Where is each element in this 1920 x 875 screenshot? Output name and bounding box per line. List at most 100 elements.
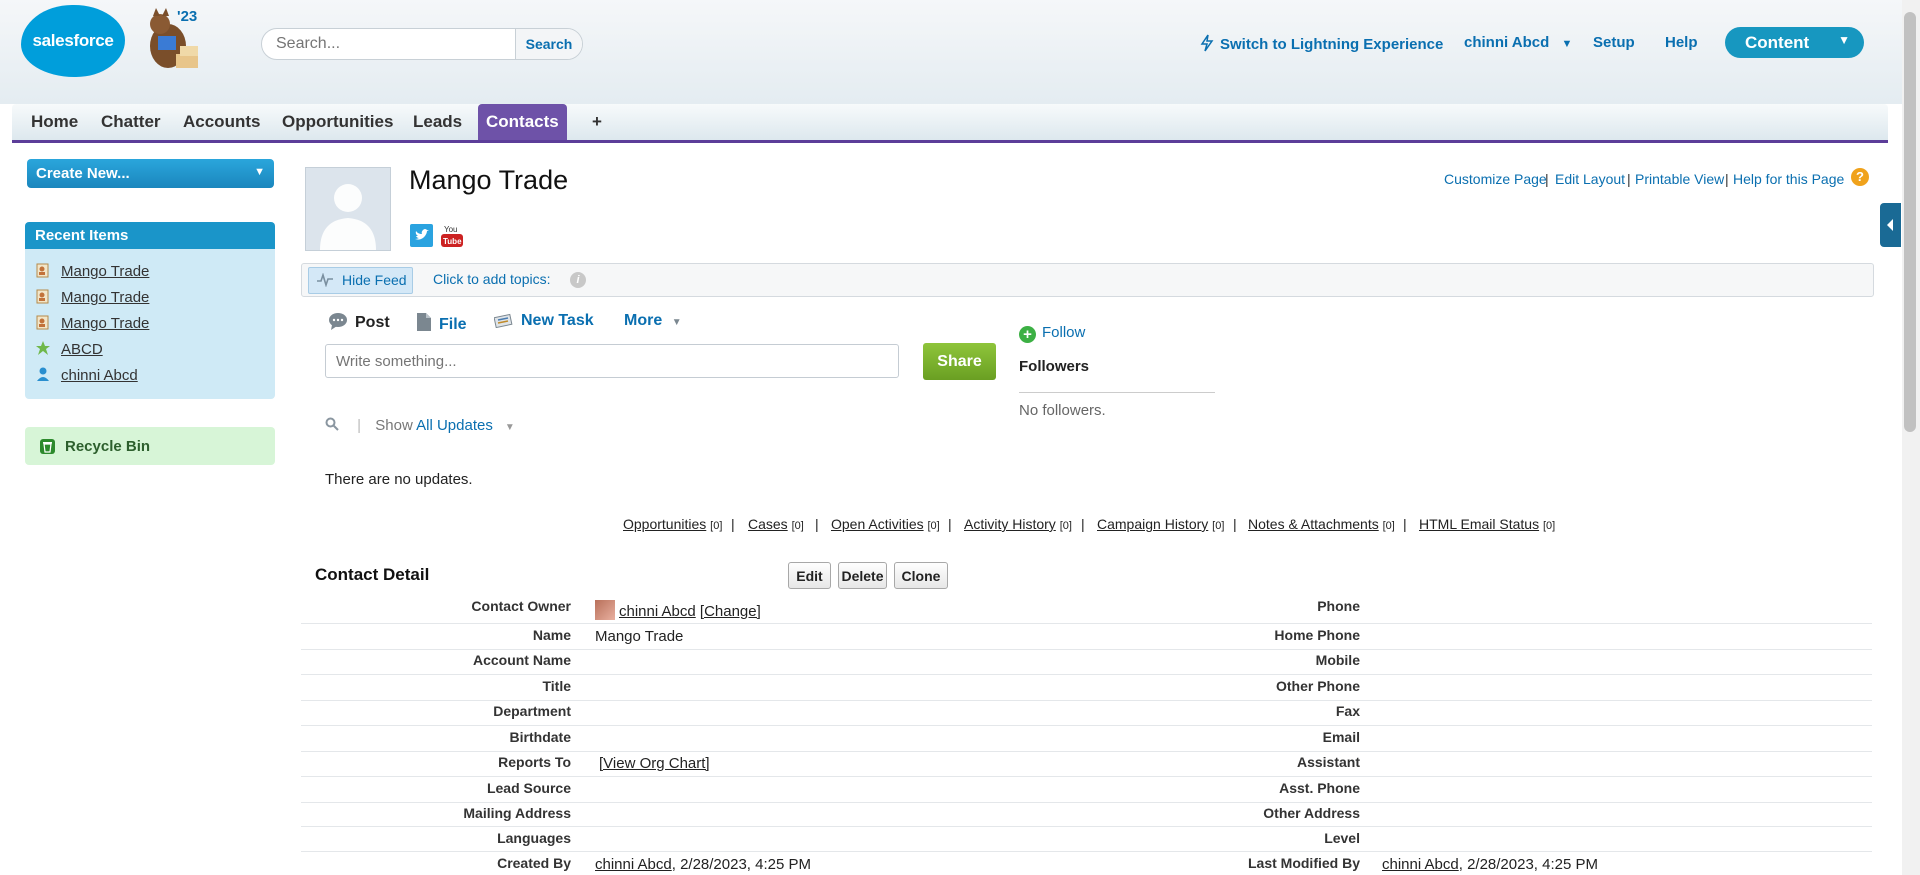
publisher-tab-post[interactable]: Post — [328, 312, 390, 332]
publisher-tab-more[interactable]: More ▼ — [624, 312, 682, 330]
plus-circle-icon: + — [1019, 326, 1036, 343]
tab-bar: Home Chatter Accounts Opportunities Lead… — [12, 104, 1888, 143]
follow-label: Follow — [1042, 324, 1086, 341]
field-label: Mailing Address — [463, 805, 571, 821]
app-menu-button[interactable]: Content ▼ — [1725, 27, 1864, 58]
search-button[interactable]: Search — [515, 29, 582, 59]
search-icon[interactable] — [325, 417, 339, 431]
twitter-icon[interactable] — [410, 224, 433, 247]
related-link-activity-history[interactable]: Activity History [0] — [964, 516, 1072, 532]
user-menu[interactable]: chinni Abcd ▼ — [1464, 34, 1572, 51]
share-button[interactable]: Share — [923, 343, 996, 380]
field-label: Account Name — [472, 652, 571, 668]
add-tab-button[interactable]: + — [584, 104, 610, 140]
related-link-html-email-status[interactable]: HTML Email Status [0] — [1419, 516, 1555, 532]
feed-filter-dropdown[interactable]: All Updates ▼ — [416, 417, 515, 434]
created-by-value: chinni Abcd, 2/28/2023, 4:25 PM — [595, 856, 811, 873]
speech-bubble-icon — [329, 313, 347, 330]
no-updates-text: There are no updates. — [325, 471, 473, 488]
recent-item[interactable]: Mango Trade — [35, 314, 149, 336]
field-label: Fax — [1335, 703, 1360, 719]
related-link-opportunities[interactable]: Opportunities [0] — [623, 516, 722, 532]
related-link-campaign-history[interactable]: Campaign History [0] — [1097, 516, 1224, 532]
owner-link[interactable]: chinni Abcd — [619, 603, 696, 620]
related-link-notes-attachments[interactable]: Notes & Attachments [0] — [1248, 516, 1395, 532]
field-label: Reports To — [498, 754, 571, 770]
field-label: Birthdate — [509, 729, 571, 745]
tab-contacts[interactable]: Contacts — [478, 104, 567, 140]
post-input[interactable] — [326, 345, 898, 377]
publisher-tab-file[interactable]: File — [416, 312, 467, 334]
printable-view-link[interactable]: Printable View — [1635, 171, 1724, 187]
caret-down-icon: ▼ — [1561, 38, 1573, 50]
publisher-tab-new-task[interactable]: New Task — [494, 312, 594, 330]
divider: | — [1545, 171, 1549, 187]
follow-button[interactable]: + Follow — [1019, 324, 1085, 343]
contact-detail-heading: Contact Detail — [315, 565, 430, 584]
setup-link[interactable]: Setup — [1593, 34, 1635, 51]
create-new-button[interactable]: Create New... ▼ — [27, 159, 274, 188]
caret-down-icon: ▼ — [671, 317, 682, 328]
view-org-chart-link[interactable]: [View Org Chart] — [599, 755, 710, 772]
related-link-label: Cases — [748, 516, 788, 532]
help-icon[interactable]: ? — [1851, 168, 1869, 186]
scrollbar-thumb[interactable] — [1904, 12, 1916, 432]
modified-date: , 2/28/2023, 4:25 PM — [1458, 856, 1598, 873]
recycle-bin-icon — [40, 439, 55, 454]
recent-item[interactable]: chinni Abcd — [35, 366, 138, 388]
sidebar-collapse-handle[interactable] — [1880, 203, 1901, 247]
youtube-icon[interactable]: You Tube — [440, 223, 464, 248]
tab-accounts[interactable]: Accounts — [175, 104, 268, 140]
related-link-count: [0] — [710, 520, 723, 532]
row-divider — [301, 802, 1872, 803]
app-menu-label: Content — [1745, 33, 1810, 52]
customize-page-link[interactable]: Customize Page — [1444, 171, 1547, 187]
recent-item[interactable]: Mango Trade — [35, 262, 149, 284]
add-topics-link[interactable]: Click to add topics: — [433, 271, 551, 287]
publisher-tab-label: More — [624, 312, 663, 329]
related-link-count: [0] — [1212, 520, 1225, 532]
recycle-bin-link[interactable]: Recycle Bin — [25, 427, 275, 465]
help-link[interactable]: Help — [1665, 34, 1698, 51]
divider: | — [1081, 516, 1085, 532]
edit-layout-link[interactable]: Edit Layout — [1555, 171, 1625, 187]
related-link-open-activities[interactable]: Open Activities [0] — [831, 516, 940, 532]
tab-chatter[interactable]: Chatter — [93, 104, 169, 140]
post-textarea[interactable] — [325, 344, 899, 378]
feed-filter-value: All Updates — [416, 417, 493, 434]
row-divider — [301, 851, 1872, 852]
info-icon[interactable]: i — [570, 272, 586, 288]
tab-opportunities[interactable]: Opportunities — [274, 104, 401, 140]
field-label: Other Address — [1263, 805, 1360, 821]
divider: | — [357, 417, 362, 434]
created-by-link[interactable]: chinni Abcd — [595, 856, 672, 873]
field-label: Languages — [497, 830, 571, 846]
recent-item[interactable]: ABCD — [35, 340, 103, 362]
avatar-placeholder-icon — [320, 184, 376, 250]
search-input[interactable] — [262, 29, 512, 59]
salesforce-logo[interactable]: salesforce — [21, 5, 125, 77]
hide-feed-button[interactable]: Hide Feed — [308, 267, 413, 294]
switch-lightning-label: Switch to Lightning Experience — [1220, 36, 1444, 53]
related-link-label: Open Activities — [831, 516, 924, 532]
edit-button[interactable]: Edit — [788, 562, 831, 589]
help-for-page-link[interactable]: Help for this Page — [1733, 171, 1844, 187]
delete-button[interactable]: Delete — [838, 562, 887, 589]
contact-photo[interactable] — [305, 167, 391, 251]
user-menu-label: chinni Abcd — [1464, 34, 1550, 51]
tab-home[interactable]: Home — [23, 104, 86, 140]
related-link-cases[interactable]: Cases [0] — [748, 516, 804, 532]
owner-avatar — [595, 600, 615, 620]
tab-leads[interactable]: Leads — [405, 104, 470, 140]
divider: | — [1627, 171, 1631, 187]
field-label: Phone — [1317, 598, 1360, 614]
clone-button[interactable]: Clone — [894, 562, 948, 589]
recent-item[interactable]: Mango Trade — [35, 288, 149, 310]
modified-by-link[interactable]: chinni Abcd — [1382, 856, 1459, 873]
feed-toolbar: Hide Feed Click to add topics: i — [301, 263, 1874, 297]
change-owner-link[interactable]: [Change] — [700, 603, 761, 620]
switch-lightning-link[interactable]: Switch to Lightning Experience — [1200, 34, 1443, 53]
no-followers-text: No followers. — [1019, 402, 1106, 419]
related-link-count: [0] — [1382, 520, 1395, 532]
feed-filter-row: | Show All Updates ▼ — [325, 417, 515, 434]
